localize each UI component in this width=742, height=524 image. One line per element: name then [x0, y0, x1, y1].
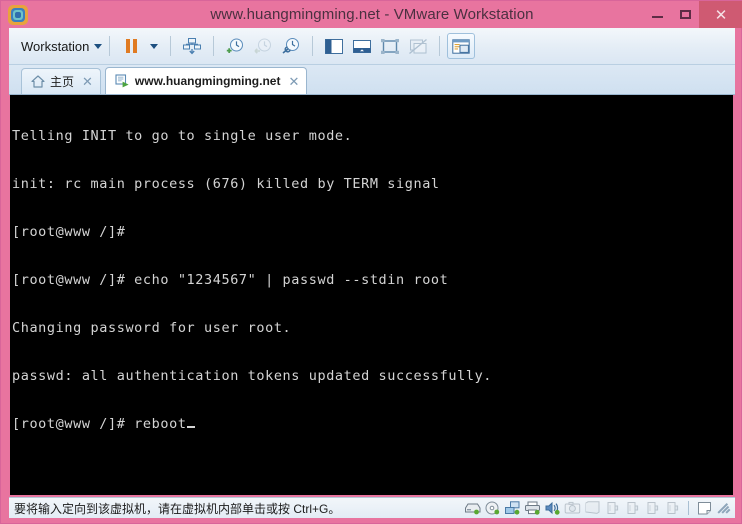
usb-device-icon[interactable] — [644, 501, 661, 516]
clock-revert-icon — [254, 38, 272, 54]
show-thumbnail-bar-button[interactable] — [348, 33, 376, 59]
sidebar-panel-icon — [325, 38, 344, 54]
sound-card-icon[interactable] — [544, 501, 561, 516]
usb-device-icon[interactable] — [664, 501, 681, 516]
virtual-machine-icon — [115, 74, 129, 88]
terminal-cursor — [186, 426, 195, 428]
terminal-current-command: [root@www /]# reboot — [12, 416, 187, 432]
resize-grip-icon[interactable] — [717, 501, 732, 515]
clock-wrench-icon — [282, 38, 300, 54]
console-view-icon — [452, 38, 471, 54]
printer-icon[interactable] — [524, 501, 541, 516]
title-bar[interactable]: www.huangmingming.net - VMware Workstati… — [1, 1, 742, 28]
toolbar-separator — [439, 36, 441, 56]
terminal-line: Telling INIT to go to single user mode. — [12, 128, 353, 144]
window-title: www.huangmingming.net - VMware Workstati… — [210, 6, 534, 23]
cd-dvd-icon[interactable] — [484, 501, 501, 516]
chevron-down-icon — [94, 43, 103, 49]
tab-home[interactable]: 主页 ✕ — [21, 68, 101, 94]
terminal-prompt-line: [root@www /]# reboot — [12, 416, 492, 432]
toolbar-separator — [213, 36, 215, 56]
terminal-line: init: rc main process (676) killed by TE… — [12, 176, 440, 192]
full-screen-button[interactable] — [376, 33, 404, 59]
terminal-line: Changing password for user root. — [12, 320, 292, 336]
take-snapshot-button[interactable] — [221, 33, 249, 59]
toolbar-separator — [109, 36, 111, 56]
clock-plus-icon — [227, 38, 244, 53]
vmware-workstation-window: www.huangmingming.net - VMware Workstati… — [0, 0, 742, 524]
device-status-icons — [464, 501, 735, 516]
vm-console-screen[interactable]: Telling INIT to go to single user mode. … — [10, 95, 733, 495]
terminal-line: passwd: all authentication tokens update… — [12, 368, 493, 384]
preferences-button[interactable] — [447, 33, 476, 59]
usb-device-icon[interactable] — [624, 501, 641, 516]
fullscreen-icon — [381, 38, 400, 54]
tab-close-icon[interactable]: ✕ — [82, 75, 93, 88]
maximize-button[interactable] — [671, 1, 699, 28]
usb-device-icon[interactable] — [604, 501, 621, 516]
display-icon[interactable] — [584, 501, 601, 516]
vmware-logo-icon[interactable] — [8, 4, 28, 25]
unity-mode-button[interactable] — [404, 33, 432, 59]
toolbar-separator — [170, 36, 172, 56]
camera-icon[interactable] — [564, 501, 581, 516]
thumbnail-bar-icon — [353, 39, 372, 53]
notes-icon[interactable] — [696, 501, 713, 516]
workstation-menu-button[interactable]: Workstation — [21, 38, 103, 54]
minimize-icon — [651, 16, 663, 18]
send-key-icon — [183, 38, 202, 55]
status-message: 要将输入定向到该虚拟机，请在虚拟机内部单击或按 Ctrl+G。 — [14, 501, 341, 516]
tab-home-label: 主页 — [50, 75, 75, 89]
send-ctrl-alt-del-button[interactable] — [178, 33, 206, 59]
toolbar-separator — [312, 36, 314, 56]
network-adapter-icon[interactable] — [504, 501, 521, 516]
toolbar: Workstation — [9, 28, 735, 65]
close-icon: ✕ — [714, 6, 728, 24]
terminal-line: [root@www /]# echo "1234567" | passwd --… — [12, 272, 449, 288]
maximize-icon — [679, 10, 691, 19]
workstation-menu-label: Workstation — [21, 38, 90, 54]
hard-disk-icon[interactable] — [464, 501, 481, 516]
power-dropdown-button[interactable] — [145, 33, 163, 59]
minimize-button[interactable] — [643, 1, 671, 28]
terminal-output: Telling INIT to go to single user mode. … — [12, 96, 492, 464]
terminal-line: [root@www /]# — [12, 224, 126, 240]
suspend-vm-button[interactable] — [117, 33, 145, 59]
tab-vm-label: www.huangmingming.net — [134, 74, 281, 88]
status-separator — [688, 501, 689, 515]
close-button[interactable]: ✕ — [699, 1, 742, 28]
status-bar: 要将输入定向到该虚拟机，请在虚拟机内部单击或按 Ctrl+G。 — [9, 497, 735, 518]
pause-icon — [125, 39, 137, 53]
revert-snapshot-button[interactable] — [249, 33, 277, 59]
chevron-down-icon — [150, 43, 159, 49]
unity-disabled-icon — [409, 38, 428, 54]
window-controls: ✕ — [643, 1, 742, 28]
home-icon — [31, 75, 45, 88]
tab-vm-huangmingming[interactable]: www.huangmingming.net ✕ — [104, 67, 308, 94]
snapshot-manager-button[interactable] — [277, 33, 305, 59]
tab-bar: 主页 ✕ www.huangmingming.net ✕ — [9, 65, 735, 95]
show-library-button[interactable] — [320, 33, 348, 59]
tab-close-icon[interactable]: ✕ — [288, 75, 299, 88]
